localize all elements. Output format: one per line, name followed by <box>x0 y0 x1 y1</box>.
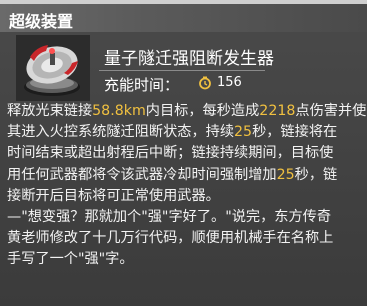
item-name: 量子隧迁强阻断发生器 <box>104 49 274 69</box>
cooldown-value: 25 <box>276 166 295 183</box>
item-icon-frame <box>16 35 90 101</box>
flavor-line: 黄老师修改了十几万行代码，顺便用机械手在名称上 <box>7 230 334 247</box>
charge-time-value: 156 <box>217 75 242 90</box>
tooltip-panel: 超级装置 量子隧迁强阻断发生器 充能时间： 156 释放光束链接58.8km内目… <box>0 0 367 306</box>
divider <box>99 70 265 71</box>
item-description: 释放光束链接58.8km内目标，每秒造成2218点伤害并使 其进入火控系统隧迁阻… <box>7 101 367 271</box>
charge-time-label: 充能时间： <box>104 76 180 94</box>
duration-value: 25 <box>234 124 253 141</box>
description-line: 用任何武器都将令该武器冷却时间强制增加25秒，链 <box>7 166 338 183</box>
description-line: 接断开后目标将可正常使用武器。 <box>7 187 220 204</box>
quantum-device-icon <box>16 35 90 101</box>
flavor-line: —"想变强？那就加个"强"字好了。"说完，东方传奇 <box>7 209 332 226</box>
flavor-line: 手写了一个"强"字。 <box>7 251 134 268</box>
description-line: 其进入火控系统隧迁阻断状态，持续25秒，链接将在 <box>7 124 338 141</box>
timer-icon <box>199 76 211 90</box>
description-line: 时间结束或超出射程后中断；链接持续期间，目标使 <box>7 145 334 162</box>
damage-value: 2218 <box>259 103 296 119</box>
range-value: 58.8km <box>92 103 146 119</box>
category-title: 超级装置 <box>9 12 74 31</box>
category-header: 超级装置 <box>0 4 367 32</box>
description-line: 释放光束链接58.8km内目标，每秒造成2218点伤害并使 <box>7 103 367 119</box>
